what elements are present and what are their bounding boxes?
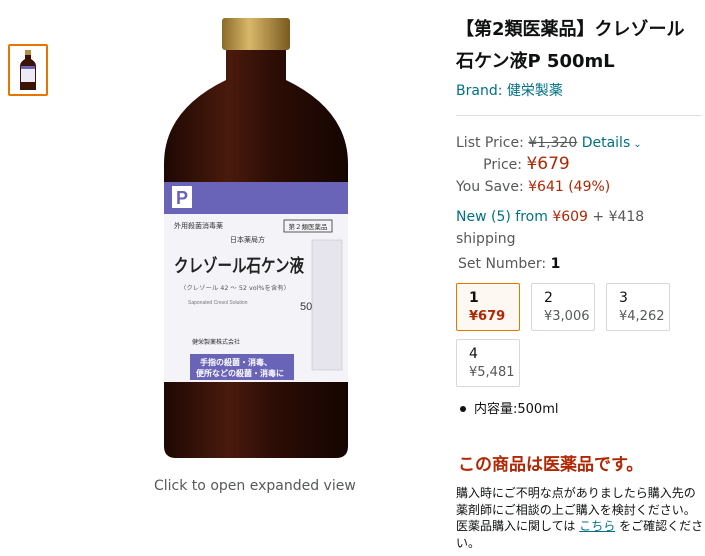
label-subtitle: 日本薬局方 <box>230 235 265 244</box>
image-caption[interactable]: Click to open expanded view <box>154 478 356 494</box>
label-top-banner: 外用殺菌消毒薬 <box>174 221 223 230</box>
product-title: 【第2類医薬品】クレゾール 石ケン液P 500mL <box>456 14 705 78</box>
label-product-name: クレゾール石ケン液 <box>174 255 305 277</box>
bottle-cap <box>222 18 290 50</box>
set-option-price: ¥679 <box>469 309 506 324</box>
list-price-row: List Price: ¥1,320 Details ⌄ <box>456 135 642 151</box>
divider <box>456 115 701 116</box>
set-number-selected: 1 <box>550 256 561 272</box>
savings-label: You Save: <box>456 179 524 195</box>
new-offers: New (5) from ¥609 + ¥418 shipping <box>456 206 691 250</box>
set-option-price: ¥5,481 <box>469 365 515 380</box>
chevron-down-icon: ⌄ <box>633 139 642 150</box>
pharma-notice-text: 購入時にご不明な点がありましたら購入先の薬剤師にご相談の上ご購入を検討ください。… <box>456 485 705 551</box>
label-maker: 健栄製薬株式会社 <box>192 338 240 346</box>
details-link-label: Details <box>581 135 631 151</box>
set-option-number: 1 <box>469 290 479 306</box>
price-row: Price: ¥679 <box>456 154 570 174</box>
set-option-number: 2 <box>544 290 553 306</box>
label-letter: P <box>176 188 188 208</box>
new-offers-price: ¥609 <box>552 209 588 225</box>
details-link[interactable]: Details ⌄ <box>582 135 642 151</box>
set-option-3[interactable]: 3 ¥4,262 <box>606 283 670 331</box>
price-label: Price: <box>483 157 522 173</box>
set-number-label-text: Set Number: <box>458 256 547 272</box>
bottle-thumbnail-icon <box>20 50 36 90</box>
label-usage-1: 手指の殺菌・消毒、 <box>200 357 272 367</box>
set-option-number: 4 <box>469 346 478 362</box>
bullet-icon <box>460 405 466 412</box>
set-option-2[interactable]: 2 ¥3,006 <box>531 283 595 331</box>
list-price-value: ¥1,320 <box>528 135 578 151</box>
label-english: Saponated Cresol Solution <box>188 300 248 306</box>
set-option-price: ¥3,006 <box>544 309 590 324</box>
set-option-1[interactable]: 1 ¥679 <box>456 283 520 331</box>
set-option-number: 3 <box>619 290 628 306</box>
label-usage-2: 便所などの殺菌・消毒に <box>196 368 284 378</box>
product-title-line2: 石ケン液P 500mL <box>456 51 615 72</box>
product-main-image[interactable]: P 外用殺菌消毒薬 第２類医薬品 日本薬局方 クレゾール石ケン液 （クレゾール … <box>160 14 352 462</box>
feature-text: 内容量:500ml <box>474 402 559 417</box>
new-offers-link[interactable]: New (5) from <box>456 209 548 225</box>
feature-bullet: 内容量:500ml <box>460 398 558 417</box>
label-spec: （クレゾール 42 〜 52 vol%を含有） <box>180 284 290 292</box>
product-title-line1: 【第2類医薬品】クレゾール <box>456 19 685 40</box>
price-value: ¥679 <box>526 154 570 174</box>
brand-link[interactable]: Brand: 健栄製薬 <box>456 80 563 100</box>
set-option-price: ¥4,262 <box>619 309 665 324</box>
pharma-notice-link[interactable]: こちら <box>579 519 615 533</box>
product-thumbnail[interactable] <box>8 44 48 96</box>
savings-value: ¥641 (49%) <box>528 179 611 195</box>
label-category-badge: 第２類医薬品 <box>289 222 328 231</box>
savings-row: You Save: ¥641 (49%) <box>456 179 610 195</box>
pharma-notice-title: この商品は医薬品です。 <box>458 455 644 475</box>
set-option-4[interactable]: 4 ¥5,481 <box>456 339 520 387</box>
set-number-label: Set Number: 1 <box>458 256 560 272</box>
list-price-label: List Price: <box>456 135 524 151</box>
